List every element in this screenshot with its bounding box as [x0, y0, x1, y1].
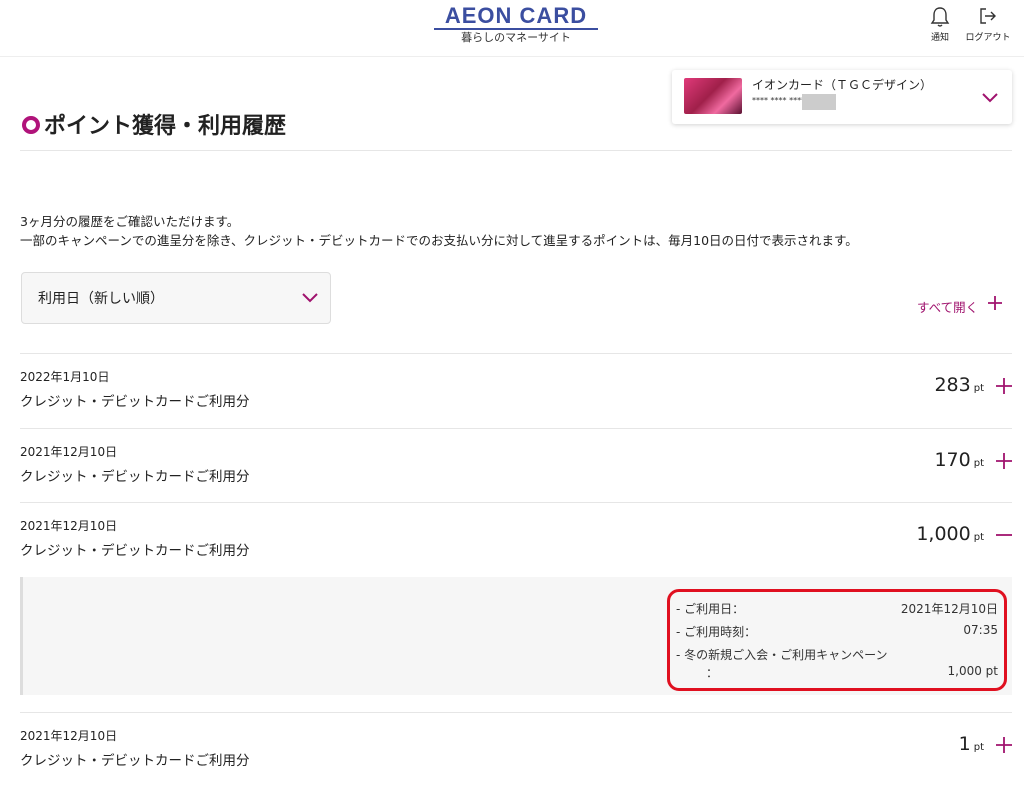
description-line-1: 3ヶ月分の履歴をご確認いただけます。: [20, 214, 240, 229]
points-unit: pt: [973, 532, 984, 543]
page-description: 3ヶ月分の履歴をご確認いただけます。 一部のキャンペーンでの進呈分を除き、クレジ…: [20, 212, 858, 250]
use-date-value: 2021年12月10日: [900, 602, 998, 616]
chevron-down-icon: [302, 293, 318, 303]
bell-icon: [930, 7, 950, 27]
row-date: 2022年1月10日: [20, 370, 110, 384]
points-value: 1: [958, 733, 971, 755]
history-row[interactable]: 2022年1月10日 クレジット・デビットカードご利用分 283 pt: [20, 353, 1012, 428]
history-row[interactable]: 2021年12月10日 クレジット・デビットカードご利用分 1 pt: [20, 712, 1012, 787]
logo-subtitle: 暮らしのマネーサイト: [461, 31, 571, 44]
page-title-row: ポイント獲得・利用履歴: [20, 106, 1012, 151]
row-description: クレジット・デビットカードご利用分: [20, 469, 250, 485]
plus-icon: [988, 296, 1002, 310]
aeon-card-logo[interactable]: AEON CARD 暮らしのマネーサイト: [432, 4, 600, 46]
sort-order-select[interactable]: 利用日（新しい順）: [21, 272, 331, 324]
row-date: 2021年12月10日: [20, 445, 118, 459]
points-unit: pt: [973, 383, 984, 394]
card-name: イオンカード（ＴＧＣデザイン）: [752, 78, 933, 92]
row-points: 170 pt: [934, 449, 984, 471]
row-points: 1,000 pt: [916, 523, 984, 545]
use-date-label: - ご利用日：: [676, 602, 745, 616]
row-points: 1 pt: [959, 733, 984, 755]
expand-all-link[interactable]: すべて開く: [917, 296, 1002, 316]
row-date: 2021年12月10日: [20, 729, 118, 743]
row-detail-panel: - ご利用日： 2021年12月10日 - ご利用時刻： 07:35 - 冬の新…: [20, 577, 1012, 695]
logout-button[interactable]: ログアウト: [962, 6, 1014, 43]
campaign-label: - 冬の新規ご入会・ご利用キャンペーン: [676, 648, 888, 662]
chevron-down-icon: [982, 93, 998, 103]
notification-label: 通知: [930, 33, 949, 43]
logout-label: ログアウト: [965, 33, 1011, 43]
row-date: 2021年12月10日: [20, 519, 118, 533]
expand-plus-icon[interactable]: [996, 378, 1012, 394]
points-value: 283: [934, 374, 971, 396]
campaign-value: 1,000 pt: [947, 664, 999, 678]
row-description: クレジット・デビットカードご利用分: [20, 543, 250, 559]
description-line-2: 一部のキャンペーンでの進呈分を除き、クレジット・デビットカードでのお支払い分に対…: [20, 233, 858, 248]
use-time-label: - ご利用時刻：: [676, 625, 757, 639]
site-header: AEON CARD 暮らしのマネーサイト 通知 ログアウト: [0, 0, 1024, 57]
expand-plus-icon[interactable]: [996, 453, 1012, 469]
row-points: 283 pt: [934, 374, 984, 396]
page-title: ポイント獲得・利用履歴: [44, 114, 287, 139]
expand-all-label: すべて開く: [917, 300, 979, 315]
use-time-value: 07:35: [963, 623, 998, 637]
highlight-annotation: - ご利用日： 2021年12月10日 - ご利用時刻： 07:35 - 冬の新…: [667, 589, 1007, 691]
row-description: クレジット・デビットカードご利用分: [20, 753, 250, 769]
points-unit: pt: [973, 458, 984, 469]
campaign-colon: ：: [706, 666, 719, 680]
logo-main-text: AEON CARD: [444, 3, 588, 28]
title-ring-icon: [22, 116, 40, 134]
history-row[interactable]: 2021年12月10日 クレジット・デビットカードご利用分 170 pt: [20, 428, 1012, 503]
points-unit: pt: [973, 742, 984, 753]
expand-plus-icon[interactable]: [996, 737, 1012, 753]
row-description: クレジット・デビットカードご利用分: [20, 394, 250, 410]
collapse-minus-icon[interactable]: [996, 527, 1012, 543]
sort-order-value: 利用日（新しい順）: [38, 291, 164, 307]
points-value: 1,000: [916, 523, 971, 545]
history-row-expanded[interactable]: 2021年12月10日 クレジット・デビットカードご利用分 1,000 pt: [20, 502, 1012, 577]
notification-button[interactable]: 通知: [930, 6, 950, 43]
points-value: 170: [934, 449, 971, 471]
card-number: **** **** ****: [752, 96, 806, 105]
logout-icon: [980, 8, 996, 24]
